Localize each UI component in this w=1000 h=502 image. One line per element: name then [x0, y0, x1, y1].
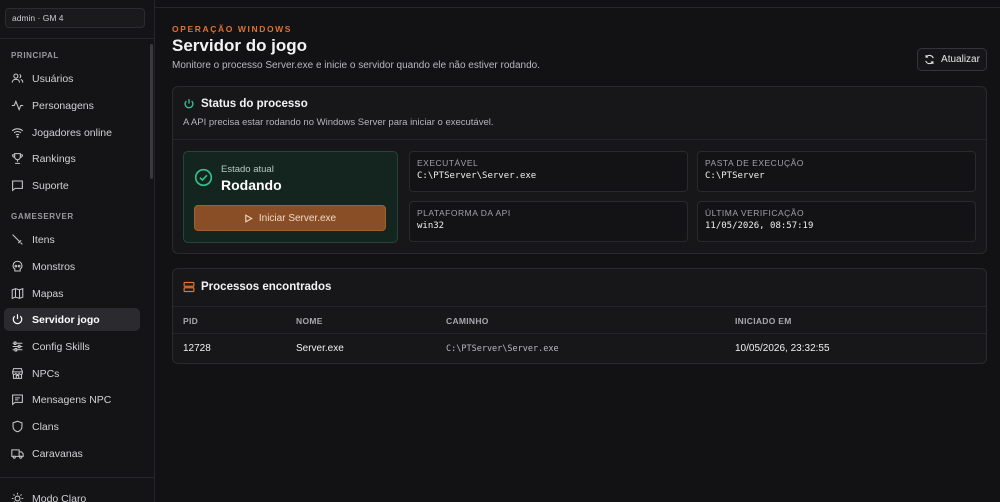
- column-header-caminho: CAMINHO: [446, 316, 489, 326]
- sidebar-item-label: Itens: [32, 233, 55, 246]
- wifi-icon: [11, 126, 24, 139]
- sidebar-item-label: Mapas: [32, 287, 64, 300]
- sidebar-item-label: NPCs: [32, 367, 60, 380]
- column-header-nome: NOME: [296, 316, 323, 326]
- card-divider: [173, 139, 986, 140]
- info-label: EXECUTÁVEL: [417, 158, 479, 168]
- users-icon: [11, 72, 24, 85]
- sidebar-divider: [0, 38, 155, 39]
- info-value: C:\PTServer\Server.exe: [417, 171, 537, 181]
- sidebar-item-label: Config Skills: [32, 340, 90, 353]
- theme-toggle[interactable]: Modo Claro: [4, 487, 140, 502]
- sliders-icon: [11, 340, 24, 353]
- message-icon: [11, 179, 24, 192]
- sidebar-bottom-divider: [0, 477, 155, 478]
- sidebar-item-label: Clans: [32, 420, 59, 433]
- check-circle-icon: [194, 168, 213, 187]
- sidebar-item-label: Jogadores online: [32, 126, 112, 139]
- sidebar-item-caravanas[interactable]: Caravanas: [4, 442, 140, 465]
- info-label: PASTA DE EXECUÇÃO: [705, 158, 804, 168]
- sidebar-item-monstros[interactable]: Monstros: [4, 255, 140, 278]
- table-header-divider: [173, 333, 986, 334]
- cell-nome: Server.exe: [296, 343, 344, 354]
- sun-icon: [11, 492, 24, 502]
- page-subtitle: Monitore o processo Server.exe e inicie …: [172, 60, 540, 71]
- cell-iniciado: 10/05/2026, 23:32:55: [735, 343, 830, 354]
- status-value: Rodando: [221, 177, 282, 193]
- column-header-pid: PID: [183, 316, 199, 326]
- sidebar-item-label: Suporte: [32, 179, 69, 192]
- sidebar-item-label: Usuários: [32, 72, 74, 85]
- refresh-button[interactable]: Atualizar: [917, 48, 987, 71]
- sidebar-item-label: Monstros: [32, 260, 76, 273]
- sidebar-item-config-skills[interactable]: Config Skills: [4, 335, 140, 358]
- page-title: Servidor do jogo: [172, 36, 308, 55]
- play-icon: [244, 213, 253, 223]
- status-label: Estado atual: [221, 164, 274, 175]
- section-label-principal: PRINCIPAL: [11, 51, 59, 60]
- sidebar-item-personagens[interactable]: Personagens: [4, 94, 140, 117]
- sidebar-item-mapas[interactable]: Mapas: [4, 282, 140, 305]
- sidebar-item-jogadores-online[interactable]: Jogadores online: [4, 121, 140, 144]
- sidebar-item-itens[interactable]: Itens: [4, 228, 140, 251]
- sidebar-item-usuarios[interactable]: Usuários: [4, 67, 140, 90]
- page-eyebrow: OPERAÇÃO WINDOWS: [172, 24, 293, 34]
- skull-icon: [11, 260, 24, 273]
- processes-card-title: Processos encontrados: [201, 281, 332, 293]
- start-server-label: Iniciar Server.exe: [258, 212, 337, 224]
- shield-icon: [11, 420, 24, 433]
- cell-pid: 12728: [183, 343, 211, 354]
- sidebar-item-servidor-jogo[interactable]: Servidor jogo: [4, 308, 140, 331]
- sidebar-item-mensagens-npc[interactable]: Mensagens NPC: [4, 388, 140, 411]
- info-label: PLATAFORMA DA API: [417, 208, 511, 218]
- refresh-icon: [924, 54, 935, 65]
- cell-caminho: C:\PTServer\Server.exe: [446, 344, 559, 354]
- power-icon: [11, 313, 24, 326]
- sidebar-item-label: Mensagens NPC: [32, 393, 112, 406]
- sidebar-item-clans[interactable]: Clans: [4, 415, 140, 438]
- sidebar-item-rankings[interactable]: Rankings: [4, 147, 140, 170]
- theme-toggle-label: Modo Claro: [32, 492, 87, 502]
- sidebar-item-npcs[interactable]: NPCs: [4, 362, 140, 385]
- sidebar-item-label: Rankings: [32, 152, 76, 165]
- chat-icon: [11, 393, 24, 406]
- status-card-title: Status do processo: [201, 98, 308, 110]
- server-icon: [183, 281, 195, 293]
- sidebar-scrollbar[interactable]: [150, 44, 153, 179]
- store-icon: [11, 367, 24, 380]
- top-divider: [155, 7, 1000, 8]
- refresh-label: Atualizar: [941, 54, 980, 65]
- card-divider: [173, 306, 986, 307]
- sidebar: admin · GM 4 PRINCIPAL Usuários Personag…: [0, 0, 155, 502]
- sidebar-item-label: Caravanas: [32, 447, 83, 460]
- map-icon: [11, 287, 24, 300]
- info-value: C:\PTServer: [705, 171, 765, 181]
- sidebar-item-label: Personagens: [32, 99, 94, 112]
- user-selector[interactable]: admin · GM 4: [5, 8, 145, 28]
- column-header-iniciado: INICIADO EM: [735, 316, 792, 326]
- start-server-button[interactable]: Iniciar Server.exe: [194, 205, 386, 231]
- info-label: ÚLTIMA VERIFICAÇÃO: [705, 208, 805, 218]
- trophy-icon: [11, 152, 24, 165]
- power-icon: [183, 98, 195, 110]
- sword-icon: [11, 233, 24, 246]
- activity-icon: [11, 99, 24, 112]
- info-value: 11/05/2026, 08:57:19: [705, 221, 814, 231]
- sidebar-item-suporte[interactable]: Suporte: [4, 174, 140, 197]
- sidebar-item-label: Servidor jogo: [32, 313, 100, 326]
- status-card-subtitle: A API precisa estar rodando no Windows S…: [183, 117, 494, 128]
- truck-icon: [11, 447, 24, 460]
- section-label-gameserver: GAMESERVER: [11, 212, 74, 221]
- info-value: win32: [417, 221, 445, 231]
